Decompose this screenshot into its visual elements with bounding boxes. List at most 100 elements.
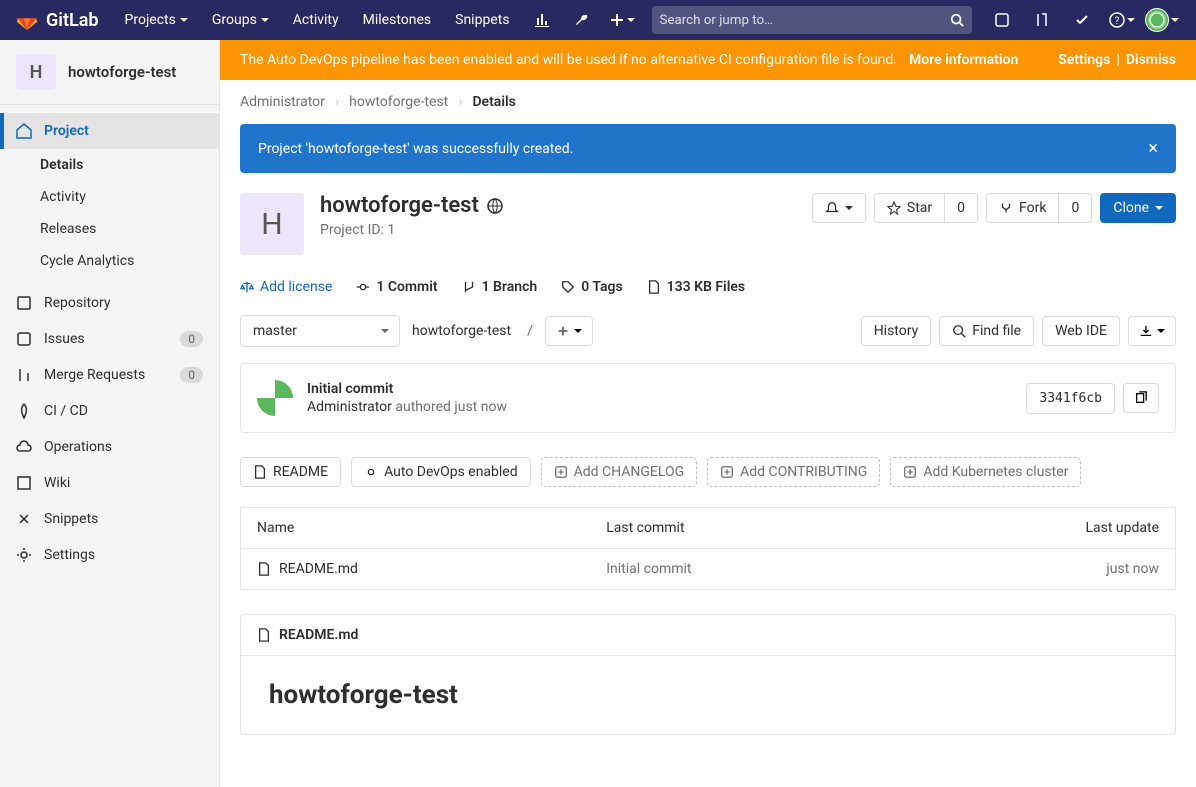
- sidebar-snippets[interactable]: Snippets: [0, 501, 219, 537]
- plus-square-icon: [903, 465, 917, 479]
- breadcrumbs: Administrator › howtoforge-test › Detail…: [220, 80, 1196, 124]
- commits-link[interactable]: 1 Commit: [356, 279, 437, 295]
- commit-author-line: Administrator authored just now: [307, 399, 507, 415]
- home-icon: [16, 123, 32, 139]
- nav-activity[interactable]: Activity: [283, 0, 349, 40]
- tags-link[interactable]: 0 Tags: [561, 279, 622, 295]
- fork-count[interactable]: 0: [1059, 193, 1092, 223]
- file-icon: [647, 280, 661, 294]
- autodevops-banner: The Auto DevOps pipeline has been enable…: [220, 40, 1196, 80]
- notification-button[interactable]: [812, 193, 866, 223]
- search-input[interactable]: [660, 13, 950, 28]
- readme-preview: README.md howtoforge-test: [240, 614, 1176, 735]
- find-file-button[interactable]: Find file: [939, 316, 1034, 346]
- sidebar-settings[interactable]: Settings: [0, 537, 219, 573]
- sidebar-releases[interactable]: Releases: [0, 213, 219, 245]
- file-name-text[interactable]: README.md: [279, 561, 358, 577]
- gear-icon: [364, 465, 378, 479]
- nav-milestones[interactable]: Milestones: [353, 0, 442, 40]
- download-button[interactable]: [1128, 316, 1176, 346]
- copy-icon: [1134, 391, 1148, 405]
- sidebar-cicd[interactable]: CI / CD: [0, 393, 219, 429]
- sidebar-issues[interactable]: Issues0: [0, 321, 219, 357]
- sidebar-project[interactable]: Project: [0, 113, 219, 149]
- banner-more-link[interactable]: More information: [909, 52, 1018, 68]
- scale-icon: [240, 280, 254, 294]
- branch-selector[interactable]: master: [240, 315, 400, 347]
- crumb-project[interactable]: howtoforge-test: [349, 94, 448, 110]
- doc-icon: [253, 465, 267, 479]
- history-button[interactable]: History: [861, 316, 932, 346]
- search-icon: [952, 324, 966, 338]
- scissors-icon: [16, 511, 32, 527]
- bell-icon: [825, 201, 839, 215]
- add-changelog-button[interactable]: Add CHANGELOG: [541, 457, 698, 487]
- sidebar-project-header[interactable]: H howtoforge-test: [0, 40, 219, 105]
- add-contributing-button[interactable]: Add CONTRIBUTING: [707, 457, 880, 487]
- project-avatar: H: [16, 54, 56, 90]
- sidebar-repository[interactable]: Repository: [0, 285, 219, 321]
- clone-button[interactable]: Clone: [1100, 193, 1176, 223]
- project-id: Project ID: 1: [320, 222, 503, 238]
- readme-filename[interactable]: README.md: [279, 627, 358, 643]
- file-last-commit[interactable]: Initial commit: [606, 561, 691, 577]
- book-icon: [16, 475, 32, 491]
- branches-link[interactable]: 1 Branch: [462, 279, 538, 295]
- copy-sha-button[interactable]: [1123, 383, 1159, 413]
- sidebar-wiki[interactable]: Wiki: [0, 465, 219, 501]
- project-sidebar: H howtoforge-test Project Details Activi…: [0, 40, 220, 787]
- plus-icon: [556, 324, 570, 338]
- analytics-icon[interactable]: [524, 0, 560, 40]
- nav-snippets[interactable]: Snippets: [445, 0, 519, 40]
- issues-icon: [16, 331, 32, 347]
- project-avatar-large: H: [240, 193, 304, 255]
- gitlab-logo[interactable]: GitLab: [16, 9, 99, 31]
- files-size[interactable]: 133 KB Files: [647, 279, 745, 295]
- commit-sha[interactable]: 3341f6cb: [1026, 383, 1115, 414]
- flash-text: Project 'howtoforge-test' was successful…: [258, 141, 573, 157]
- cloud-icon: [16, 439, 32, 455]
- file-last-update: just now: [1106, 561, 1159, 577]
- wrench-icon[interactable]: [564, 0, 600, 40]
- help-icon[interactable]: ?: [1104, 0, 1140, 40]
- flash-close-button[interactable]: ×: [1148, 138, 1158, 159]
- banner-settings-link[interactable]: Settings: [1058, 52, 1110, 68]
- tanuki-icon: [16, 9, 38, 31]
- add-to-tree-button[interactable]: [545, 316, 593, 346]
- sidebar-activity[interactable]: Activity: [0, 181, 219, 213]
- autodevops-button[interactable]: Auto DevOps enabled: [351, 457, 531, 487]
- fork-button[interactable]: Fork: [986, 193, 1059, 223]
- nav-groups[interactable]: Groups: [202, 0, 279, 40]
- add-kubernetes-button[interactable]: Add Kubernetes cluster: [890, 457, 1081, 487]
- tree-path[interactable]: howtoforge-test: [408, 316, 515, 346]
- user-menu[interactable]: [1144, 0, 1180, 40]
- banner-text: The Auto DevOps pipeline has been enable…: [240, 52, 897, 68]
- th-update: Last update: [898, 508, 1176, 549]
- star-count[interactable]: 0: [945, 193, 978, 223]
- commit-message[interactable]: Initial commit: [307, 381, 507, 397]
- commit-author-avatar[interactable]: [257, 380, 293, 416]
- crumb-admin[interactable]: Administrator: [240, 94, 325, 110]
- plus-icon[interactable]: [604, 0, 640, 40]
- sidebar-operations[interactable]: Operations: [0, 429, 219, 465]
- issues-icon[interactable]: [984, 0, 1020, 40]
- mr-icon: [16, 367, 32, 383]
- todos-icon[interactable]: [1064, 0, 1100, 40]
- web-ide-button[interactable]: Web IDE: [1042, 316, 1120, 346]
- readme-button[interactable]: README: [240, 457, 341, 487]
- sidebar-cycle-analytics[interactable]: Cycle Analytics: [0, 245, 219, 277]
- global-search[interactable]: [652, 6, 972, 34]
- nav-projects[interactable]: Projects: [115, 0, 198, 40]
- merge-requests-icon[interactable]: [1024, 0, 1060, 40]
- file-row[interactable]: README.md Initial commit just now: [241, 549, 1176, 590]
- file-tree-table: Name Last commit Last update README.md I…: [240, 507, 1176, 590]
- sidebar-merge-requests[interactable]: Merge Requests0: [0, 357, 219, 393]
- tag-icon: [561, 280, 575, 294]
- add-license-link[interactable]: Add license: [240, 279, 332, 295]
- star-button[interactable]: Star: [874, 193, 945, 223]
- sidebar-details[interactable]: Details: [0, 149, 219, 181]
- last-commit-card: Initial commit Administrator authored ju…: [240, 363, 1176, 433]
- plus-square-icon: [720, 465, 734, 479]
- banner-dismiss-link[interactable]: Dismiss: [1126, 52, 1176, 68]
- user-avatar-icon: [1145, 8, 1169, 32]
